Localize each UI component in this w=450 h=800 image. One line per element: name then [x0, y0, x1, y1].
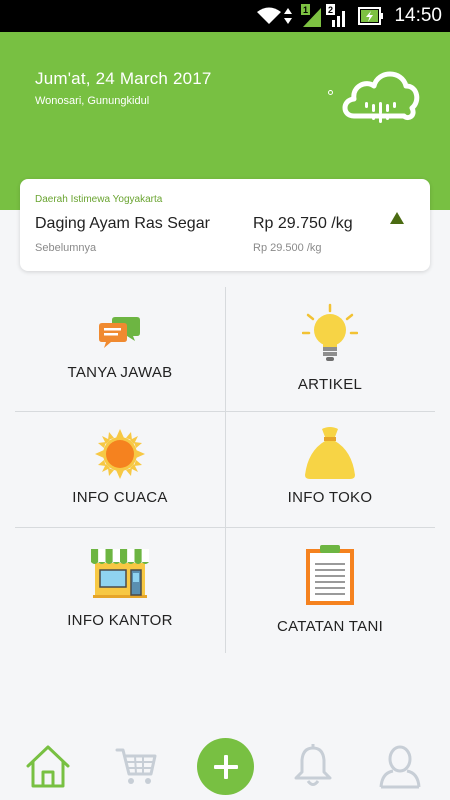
- menu-label-info-toko: INFO TOKO: [287, 489, 373, 506]
- chat-bubbles-icon: [15, 313, 225, 349]
- sun-icon: [15, 429, 225, 479]
- date-label: Jum'at, 24 March 2017: [35, 69, 212, 88]
- wifi-icon: [257, 7, 281, 24]
- menu-info-kantor[interactable]: INFO KANTOR: [15, 527, 225, 653]
- nav-cart-button[interactable]: [114, 744, 158, 788]
- menu-label-tanya-jawab: TANYA JAWAB: [67, 364, 173, 381]
- signal-sim1-icon: 1: [301, 4, 321, 27]
- data-arrows-icon: [284, 8, 292, 24]
- nav-notifications-button[interactable]: [292, 744, 334, 788]
- home-icon: [26, 745, 70, 788]
- svg-text:2: 2: [328, 5, 333, 15]
- profile-icon: [379, 745, 421, 789]
- trend-up-icon: [390, 212, 404, 224]
- cart-icon: [115, 748, 157, 784]
- svg-text:1: 1: [303, 5, 308, 15]
- previous-price: Rp 29.500 /kg: [253, 242, 322, 254]
- status-bar: 1 2 14:50: [0, 0, 450, 32]
- nav-profile-button[interactable]: [378, 744, 422, 790]
- bell-icon: [294, 744, 332, 786]
- menu-info-cuaca[interactable]: INFO CUACA: [15, 411, 225, 527]
- rain-cloud-icon: [342, 71, 420, 123]
- product-name: Daging Ayam Ras Segar: [35, 215, 210, 232]
- menu-catatan-tani[interactable]: CATATAN TANI: [225, 527, 435, 653]
- battery-charging-icon: [358, 7, 383, 25]
- price-card[interactable]: Daerah Istimewa Yogyakarta Daging Ayam R…: [20, 179, 430, 271]
- menu-artikel[interactable]: ARTIKEL: [225, 287, 435, 411]
- menu-label-artikel: ARTIKEL: [297, 376, 363, 393]
- status-time: 14:50: [394, 5, 442, 26]
- previous-label: Sebelumnya: [35, 242, 97, 254]
- menu-label-info-cuaca: INFO CUACA: [72, 489, 168, 506]
- location-label: Wonosari, Gunungkidul: [35, 95, 150, 107]
- menu-grid: TANYA JAWAB ARTIKEL INFO CUACA INFO TOKO…: [15, 287, 435, 653]
- menu-info-toko[interactable]: INFO TOKO: [225, 411, 435, 527]
- add-button[interactable]: [197, 738, 254, 795]
- region-label: Daerah Istimewa Yogyakarta: [35, 194, 163, 205]
- menu-label-catatan-tani: CATATAN TANI: [276, 618, 384, 635]
- money-bag-icon: [225, 425, 435, 479]
- menu-tanya-jawab[interactable]: TANYA JAWAB: [15, 287, 225, 411]
- menu-label-info-kantor: INFO KANTOR: [67, 612, 173, 629]
- current-price: Rp 29.750 /kg: [253, 215, 353, 232]
- signal-sim2-icon: 2: [326, 4, 345, 27]
- store-icon: [15, 547, 225, 599]
- clipboard-icon: [225, 545, 435, 605]
- bottom-navigation: [0, 730, 450, 800]
- lightbulb-icon: [225, 303, 435, 365]
- add-icon: [213, 754, 238, 779]
- nav-home-button[interactable]: [24, 744, 72, 788]
- degree-symbol: [328, 90, 333, 95]
